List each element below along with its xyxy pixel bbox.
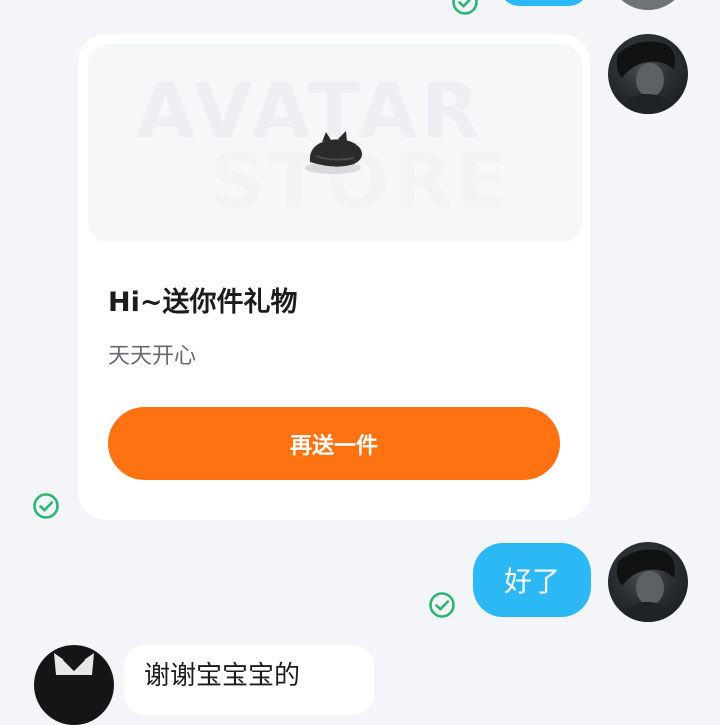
avatar-photo-icon [54,653,94,675]
read-check-icon [452,0,478,15]
avatar-photo-icon [616,549,680,622]
my-avatar[interactable] [608,542,688,622]
my-avatar[interactable] [608,0,688,10]
received-message-bubble[interactable]: 谢谢宝宝宝的 [124,645,374,715]
resend-gift-button[interactable]: 再送一件 [108,407,560,480]
gift-card-image[interactable]: AVATAR STORE [88,44,582,242]
gift-card-subtitle: 天天开心 [108,344,197,369]
my-avatar[interactable] [608,34,688,114]
read-check-icon [33,493,59,519]
received-message-text: 谢谢宝宝宝的 [144,661,301,691]
gift-card-title: Hi~送你件礼物 [108,287,298,318]
beret-hat-icon [305,131,362,174]
avatar-photo-icon [616,41,680,114]
read-check-icon [429,592,455,618]
sent-message-bubble[interactable]: 好了 [473,543,591,617]
previous-message-bubble[interactable] [498,0,590,6]
contact-avatar[interactable] [34,645,114,725]
